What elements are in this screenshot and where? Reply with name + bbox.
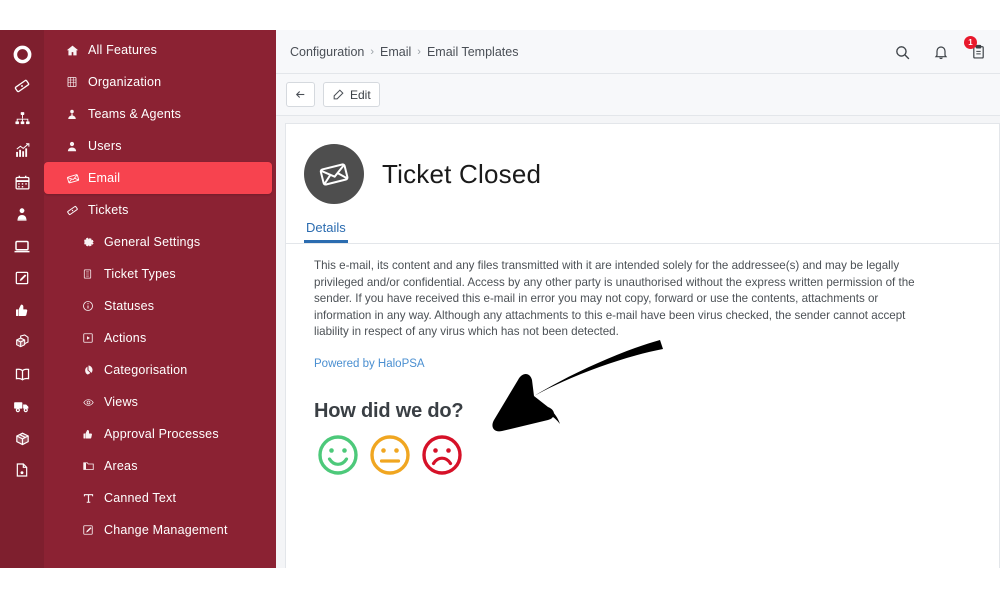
sidebar-item-tickets[interactable]: Tickets	[44, 194, 276, 226]
sidebar-item-label: Areas	[104, 459, 138, 473]
sidebar-item-label: Email	[88, 171, 121, 185]
sidebar-item-email[interactable]: Email	[44, 162, 272, 194]
top-bar: Configuration › Email › Email Templates …	[276, 30, 1000, 74]
icon-rail	[0, 30, 44, 568]
user-icon	[66, 140, 88, 153]
powered-by-link[interactable]: Powered by HaloPSA	[314, 358, 425, 370]
package-icon[interactable]	[0, 422, 44, 454]
page-title: Ticket Closed	[382, 158, 542, 189]
sitemap-icon[interactable]	[0, 102, 44, 134]
sidebar-item-label: Actions	[104, 331, 147, 345]
chart-line-icon[interactable]	[0, 134, 44, 166]
sidebar-item-areas[interactable]: Areas	[44, 450, 276, 482]
user-pin-icon[interactable]	[0, 198, 44, 230]
sidebar-item-label: Approval Processes	[104, 427, 219, 441]
sidebar-item-label: All Features	[88, 43, 158, 57]
breadcrumb-item-configuration[interactable]: Configuration	[290, 45, 364, 59]
truck-icon[interactable]	[0, 390, 44, 422]
sidebar-item-label: Teams & Agents	[88, 107, 182, 121]
ticket-icon[interactable]	[0, 70, 44, 102]
breadcrumb: Configuration › Email › Email Templates	[290, 45, 518, 59]
sidebar-item-label: Canned Text	[104, 491, 177, 505]
breadcrumb-separator: ›	[370, 45, 375, 58]
user-tie-icon	[66, 108, 88, 121]
info-circle-icon	[82, 300, 104, 312]
top-gap	[0, 0, 1000, 30]
sidebar-item-label: Ticket Types	[104, 267, 176, 281]
sidebar-item-organization[interactable]: Organization	[44, 66, 276, 98]
bell-icon[interactable]	[933, 44, 949, 60]
calendar-icon[interactable]	[0, 166, 44, 198]
sidebar-item-general-settings[interactable]: General Settings	[44, 226, 276, 258]
laptop-icon[interactable]	[0, 230, 44, 262]
search-icon[interactable]	[894, 44, 911, 61]
survey-rating-options	[314, 431, 977, 479]
edit-note-icon	[82, 524, 104, 536]
gear-icon	[82, 236, 104, 249]
face-sad-icon[interactable]	[418, 431, 466, 479]
avatar	[304, 144, 364, 204]
ticket-icon	[66, 204, 88, 217]
legal-disclaimer-text: This e-mail, its content and any files t…	[314, 259, 915, 338]
eye-icon	[82, 397, 104, 408]
edit-button[interactable]: Edit	[323, 82, 380, 107]
book-icon[interactable]	[0, 358, 44, 390]
sidebar-item-categorisation[interactable]: Categorisation	[44, 354, 276, 386]
sidebar-item-actions[interactable]: Actions	[44, 322, 276, 354]
sidebar-item-users[interactable]: Users	[44, 130, 276, 162]
sidebar-item-label: Categorisation	[104, 363, 188, 377]
card-header: Ticket Closed	[286, 124, 999, 204]
envelope-icon	[319, 163, 349, 186]
envelope-icon	[66, 172, 88, 185]
sidebar-item-label: Change Management	[104, 523, 228, 537]
edit-note-icon[interactable]	[0, 262, 44, 294]
pie-slice-icon	[82, 364, 104, 376]
sidebar-item-label: General Settings	[104, 235, 201, 249]
face-neutral-icon[interactable]	[366, 431, 414, 479]
template-card: Ticket Closed Details This e-mail, its c…	[285, 123, 1000, 568]
sidebar-item-canned-text[interactable]: Canned Text	[44, 482, 276, 514]
thumbs-up-icon	[82, 428, 104, 440]
survey-question: How did we do?	[314, 399, 464, 422]
sidebar-item-label: Users	[88, 139, 122, 153]
sidebar-item-label: Organization	[88, 75, 162, 89]
clipboard-badge-count: 1	[964, 36, 977, 49]
app-root: All Features Organization Teams & Agents Us…	[0, 0, 1000, 600]
contract-icon[interactable]	[0, 454, 44, 486]
content-area: Configuration › Email › Email Templates …	[276, 30, 1000, 568]
tab-details[interactable]: Details	[304, 220, 348, 243]
sidebar-item-all-features[interactable]: All Features	[44, 34, 276, 66]
home-icon	[66, 44, 88, 57]
sidebar-item-approval-processes[interactable]: Approval Processes	[44, 418, 276, 450]
face-happy-icon[interactable]	[314, 431, 362, 479]
sidebar-item-ticket-types[interactable]: Ticket Types	[44, 258, 276, 290]
clipboard-icon[interactable]: 1	[964, 36, 986, 60]
top-bar-actions: 1	[894, 30, 986, 74]
building-icon	[66, 76, 88, 88]
folder-icon	[82, 460, 104, 472]
back-button[interactable]	[286, 82, 315, 107]
breadcrumb-separator: ›	[417, 45, 421, 58]
sidebar-item-change-management[interactable]: Change Management	[44, 514, 276, 546]
play-box-icon	[82, 332, 104, 344]
logo-icon[interactable]	[0, 38, 44, 70]
breadcrumb-item-email-templates[interactable]: Email Templates	[427, 45, 518, 59]
sidebar-item-label: Statuses	[104, 299, 155, 313]
edit-button-label: Edit	[350, 87, 371, 102]
sidebar-item-views[interactable]: Views	[44, 386, 276, 418]
boxes-icon[interactable]	[0, 326, 44, 358]
action-toolbar: Edit	[276, 74, 1000, 116]
card-body: This e-mail, its content and any files t…	[286, 244, 999, 479]
thumbs-up-icon[interactable]	[0, 294, 44, 326]
list-icon	[82, 268, 104, 280]
sidebar-item-label: Views	[104, 395, 139, 409]
sidebar-nav: All Features Organization Teams & Agents Us…	[44, 30, 276, 568]
tab-bar: Details	[286, 220, 999, 244]
sidebar-item-label: Tickets	[88, 203, 129, 217]
breadcrumb-item-email[interactable]: Email	[380, 45, 411, 59]
text-t-icon	[82, 492, 104, 505]
sidebar-item-teams-agents[interactable]: Teams & Agents	[44, 98, 276, 130]
sidebar-item-statuses[interactable]: Statuses	[44, 290, 276, 322]
